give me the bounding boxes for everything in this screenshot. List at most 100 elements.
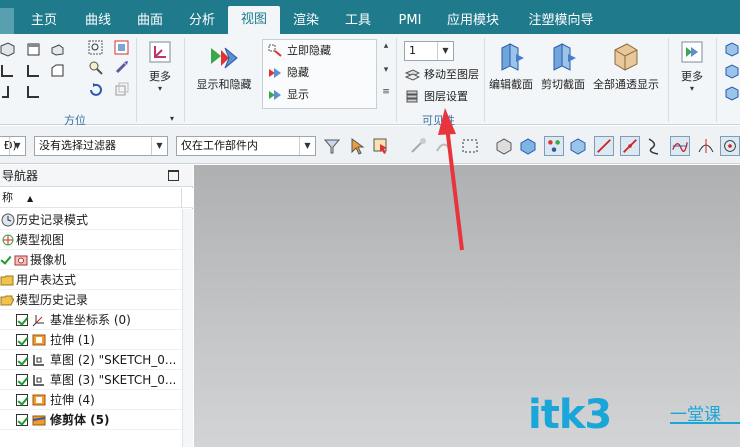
view-isometric-icon[interactable] bbox=[0, 42, 15, 57]
show-all-transparent-button[interactable]: 全部通透显示 bbox=[590, 42, 662, 92]
menu-combo[interactable]: Ð) ▼ bbox=[0, 136, 26, 156]
column-divider[interactable] bbox=[181, 188, 182, 208]
graphics-window[interactable] bbox=[194, 165, 740, 447]
tree-item-extrude-1[interactable]: 拉伸 (1) bbox=[0, 330, 184, 350]
visibility-checkbox[interactable] bbox=[16, 314, 28, 326]
visibility-checkbox[interactable] bbox=[0, 254, 12, 266]
navigator-scrollbar[interactable] bbox=[182, 209, 193, 447]
hide-button[interactable]: 隐藏 bbox=[265, 64, 309, 82]
feature-select-icon[interactable] bbox=[372, 136, 392, 156]
cube-icon[interactable] bbox=[724, 86, 739, 101]
folder-open-icon bbox=[0, 295, 14, 306]
tab-analysis[interactable]: 分析 bbox=[180, 8, 224, 34]
gallery-scroll[interactable]: ▴ ▾ ≡ bbox=[380, 39, 392, 109]
move-to-layer-button[interactable]: 移动至图层 bbox=[402, 66, 479, 84]
immediate-hide-label: 立即隐藏 bbox=[287, 44, 331, 57]
end-point-icon[interactable] bbox=[594, 136, 614, 156]
model-view-icon bbox=[2, 234, 14, 246]
hide-icon bbox=[269, 68, 281, 78]
tab-applications[interactable]: 应用模块 bbox=[440, 8, 506, 34]
selection-scope-combo[interactable]: 仅在工作部件内 ▼ bbox=[176, 136, 316, 156]
snap-point-icon[interactable] bbox=[408, 136, 428, 156]
gallery-expand-icon[interactable]: ≡ bbox=[380, 87, 392, 97]
tab-render[interactable]: 渲染 bbox=[284, 8, 328, 34]
view-front-icon[interactable] bbox=[0, 63, 15, 78]
work-layer-combo[interactable]: 1 ▼ bbox=[404, 41, 454, 61]
rectangle-select-icon[interactable] bbox=[460, 136, 480, 156]
show-button[interactable]: 显示 bbox=[265, 86, 309, 104]
tree-item-extrude-4[interactable]: 拉伸 (4) bbox=[0, 390, 184, 410]
tree-item-model-views[interactable]: 模型视图 bbox=[0, 230, 184, 250]
edit-section-button[interactable]: 编辑截面 bbox=[486, 42, 536, 92]
cube-select-icon[interactable] bbox=[518, 136, 538, 156]
view-top-icon[interactable] bbox=[26, 42, 41, 57]
view-bottom-icon[interactable] bbox=[0, 84, 15, 99]
center-point-icon[interactable] bbox=[720, 136, 740, 156]
zoom-window-icon[interactable] bbox=[114, 40, 129, 55]
tree-item-model-history[interactable]: 模型历史记录 bbox=[0, 290, 184, 310]
tree-item-datum-csys[interactable]: 基准坐标系 (0) bbox=[0, 310, 184, 330]
pan-icon[interactable] bbox=[114, 60, 129, 75]
more-label: 更多 bbox=[681, 70, 703, 83]
visibility-checkbox[interactable] bbox=[16, 414, 28, 426]
scroll-down-icon[interactable]: ▾ bbox=[380, 65, 392, 75]
curve-point-icon[interactable] bbox=[644, 136, 664, 156]
cube-icon[interactable] bbox=[724, 64, 739, 79]
chevron-down-icon: ▾ bbox=[157, 84, 162, 93]
chevron-down-icon: ▼ bbox=[151, 137, 167, 155]
view-trimetric-icon[interactable] bbox=[50, 42, 65, 57]
tab-view[interactable]: 视图 bbox=[228, 6, 280, 34]
tangent-point-icon[interactable] bbox=[696, 136, 716, 156]
visibility-checkbox[interactable] bbox=[16, 334, 28, 346]
cube-filter-icon[interactable] bbox=[568, 136, 588, 156]
selection-toolbar: Ð) ▼ 没有选择过滤器 ▼ 仅在工作部件内 ▼ bbox=[0, 126, 740, 164]
immediate-hide-button[interactable]: 立即隐藏 bbox=[265, 42, 331, 60]
tab-tools[interactable]: 工具 bbox=[336, 8, 380, 34]
select-icon[interactable] bbox=[348, 136, 368, 156]
more-orient-button[interactable]: 更多 ▾ bbox=[144, 40, 176, 93]
type-filter-combo[interactable]: 没有选择过滤器 ▼ bbox=[34, 136, 168, 156]
show-and-hide-button[interactable]: 显示和隐藏 bbox=[192, 44, 256, 92]
file-menu-stub[interactable] bbox=[0, 8, 14, 34]
mid-point-icon[interactable] bbox=[620, 136, 640, 156]
view-left-icon[interactable] bbox=[50, 63, 65, 78]
tree-item-history-mode[interactable]: 历史记录模式 bbox=[0, 210, 184, 230]
visibility-checkbox[interactable] bbox=[16, 394, 28, 406]
show-hide-label: 显示和隐藏 bbox=[196, 78, 252, 91]
cube-icon[interactable] bbox=[724, 42, 739, 57]
tab-pmi[interactable]: PMI bbox=[390, 8, 430, 34]
visibility-checkbox[interactable] bbox=[16, 354, 28, 366]
rotate-icon[interactable] bbox=[88, 82, 103, 97]
tree-item-sketch-3[interactable]: 草图 (3) "SKETCH_0... bbox=[0, 370, 184, 390]
clip-section-button[interactable]: 剪切截面 bbox=[538, 42, 588, 92]
navigator-column-header[interactable]: 称 ▲ bbox=[0, 188, 193, 208]
tab-surface[interactable]: 曲面 bbox=[128, 8, 172, 34]
snap-curve-icon[interactable] bbox=[434, 136, 454, 156]
fit-view-icon[interactable] bbox=[88, 40, 103, 55]
intersection-icon[interactable] bbox=[670, 136, 690, 156]
tree-item-user-expressions[interactable]: 用户表达式 bbox=[0, 270, 184, 290]
layer-settings-button[interactable]: 图层设置 bbox=[402, 88, 468, 106]
view-right-icon[interactable] bbox=[26, 63, 41, 78]
maximize-icon[interactable] bbox=[168, 170, 179, 181]
tree-item-cameras[interactable]: 摄像机 bbox=[0, 250, 184, 270]
tab-mold-wizard[interactable]: 注塑模向导 bbox=[518, 8, 604, 34]
perspective-icon[interactable] bbox=[114, 82, 129, 97]
navigator-title-label: 导航器 bbox=[2, 169, 39, 183]
tab-home[interactable]: 主页 bbox=[22, 8, 66, 34]
separator bbox=[136, 38, 137, 122]
more-visibility-button[interactable]: 更多 ▾ bbox=[676, 40, 708, 93]
tree-item-trim-body-5[interactable]: 修剪体 (5) bbox=[0, 410, 184, 430]
tab-curve[interactable]: 曲线 bbox=[76, 8, 120, 34]
scroll-up-icon[interactable]: ▴ bbox=[380, 41, 392, 51]
tree-item-sketch-2[interactable]: 草图 (2) "SKETCH_0... bbox=[0, 350, 184, 370]
multi-select-icon[interactable] bbox=[544, 136, 564, 156]
group-expand-icon[interactable]: ▾ bbox=[170, 114, 174, 123]
visibility-checkbox[interactable] bbox=[16, 374, 28, 386]
separator bbox=[484, 38, 485, 122]
view-back-icon[interactable] bbox=[26, 84, 41, 99]
zoom-icon[interactable] bbox=[88, 60, 103, 75]
sketch-icon bbox=[33, 375, 44, 386]
solid-body-icon[interactable] bbox=[494, 136, 514, 156]
general-selection-filter-icon[interactable] bbox=[322, 136, 342, 156]
